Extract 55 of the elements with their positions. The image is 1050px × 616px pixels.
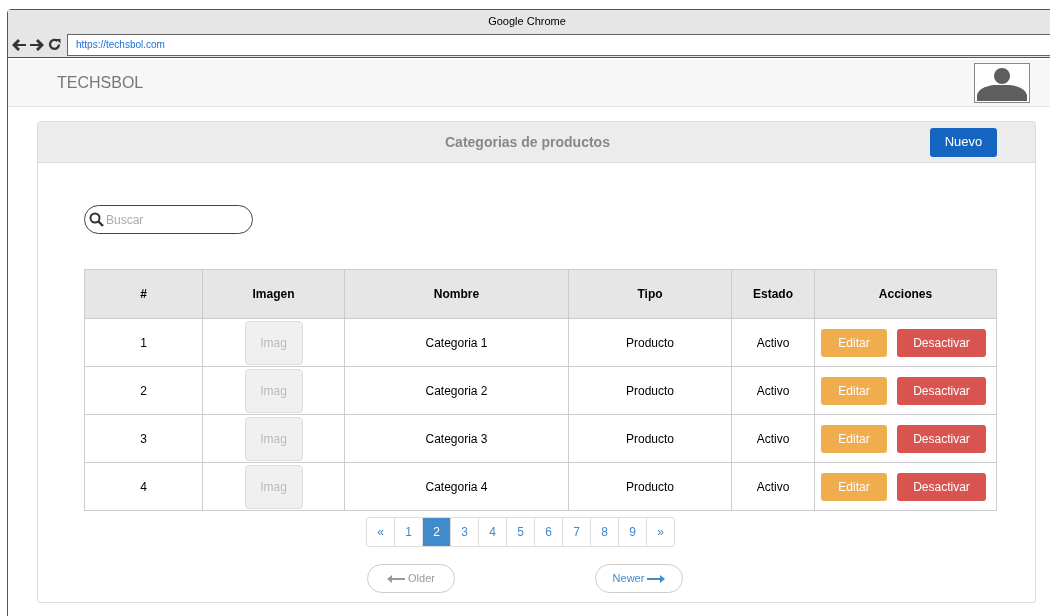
column-header: Imagen (202, 269, 345, 319)
window-title: Google Chrome (488, 13, 566, 29)
search-field[interactable]: Buscar (84, 205, 253, 234)
table-cell: Categoria 4 (344, 462, 569, 511)
brand-name[interactable]: TECHSBOL (57, 71, 144, 95)
page-link[interactable]: 7 (562, 517, 591, 547)
newer-button[interactable]: Newer (595, 564, 683, 593)
address-bar[interactable]: https://techsbol.com (67, 33, 1050, 56)
left-arrow-icon (387, 574, 406, 583)
right-arrow-icon (647, 574, 666, 583)
table-cell: Categoria 1 (344, 318, 569, 367)
page-link[interactable]: 6 (534, 517, 563, 547)
page-link[interactable]: 8 (590, 517, 619, 547)
deactivate-button[interactable]: Desactivar (897, 376, 986, 405)
deactivate-button[interactable]: Desactivar (897, 424, 986, 453)
table-cell: 3 (84, 414, 203, 463)
table-cell: Categoria 3 (344, 414, 569, 463)
table-cell: Producto (568, 366, 732, 415)
edit-button[interactable]: Editar (821, 376, 887, 405)
deactivate-button[interactable]: Desactivar (897, 472, 986, 501)
edit-button[interactable]: Editar (821, 424, 887, 453)
page-link[interactable]: 4 (478, 517, 507, 547)
panel-title: Categorias de productos (445, 132, 610, 152)
table-cell: Activo (731, 462, 815, 511)
page-link[interactable]: 5 (506, 517, 535, 547)
page-link[interactable]: 3 (450, 517, 479, 547)
search-icon (89, 212, 104, 227)
column-header: Estado (731, 269, 815, 319)
table-cell: Activo (731, 366, 815, 415)
page-link[interactable]: 2 (422, 517, 451, 547)
table-cell: Producto (568, 414, 732, 463)
page-link[interactable]: 9 (618, 517, 647, 547)
column-header: Nombre (344, 269, 569, 319)
reload-icon[interactable] (48, 38, 61, 51)
column-header: Tipo (568, 269, 732, 319)
page-link[interactable]: « (366, 517, 395, 547)
edit-button[interactable]: Editar (821, 328, 887, 357)
column-header: Acciones (814, 269, 997, 319)
back-icon[interactable] (12, 38, 26, 51)
edit-button[interactable]: Editar (821, 472, 887, 501)
table-cell: Producto (568, 318, 732, 367)
user-avatar-icon[interactable] (974, 63, 1030, 103)
table-cell: Categoria 2 (344, 366, 569, 415)
table-cell: Activo (731, 414, 815, 463)
forward-icon[interactable] (30, 38, 44, 51)
column-header: # (84, 269, 203, 319)
new-button[interactable]: Nuevo (930, 127, 997, 157)
page-link[interactable]: » (646, 517, 675, 547)
table-cell: Producto (568, 462, 732, 511)
table-cell: 1 (84, 318, 203, 367)
deactivate-button[interactable]: Desactivar (897, 328, 986, 357)
page-link[interactable]: 1 (394, 517, 423, 547)
table-cell: Activo (731, 318, 815, 367)
table-cell: 2 (84, 366, 203, 415)
table-cell: 4 (84, 462, 203, 511)
